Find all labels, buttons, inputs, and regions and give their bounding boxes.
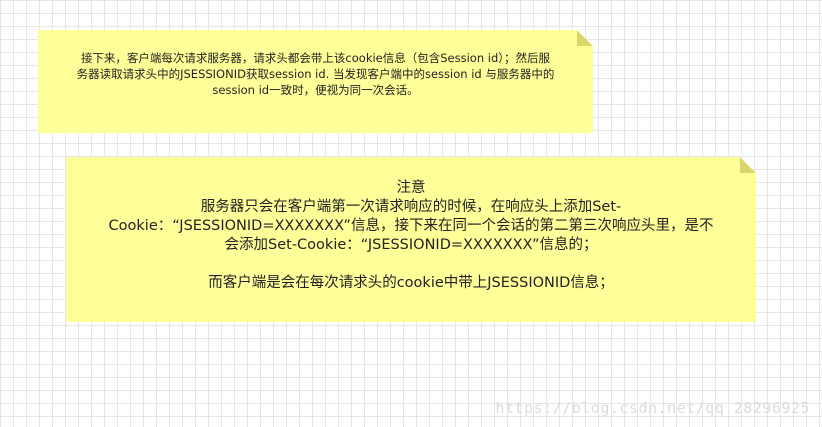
sticky-note-cookie-request: 接下来，客户端每次请求服务器，请求头都会带上该cookie信息（包含Sessio… — [38, 30, 593, 133]
note-fold-corner — [577, 30, 593, 46]
watermark: https://blog.csdn.net/qq_28296925 — [495, 399, 810, 417]
sticky-note-attention: 注意 服务器只会在客户端第一次请求响应的时候，在响应头上添加Set- Cooki… — [66, 157, 756, 322]
note-text: 接下来，客户端每次请求服务器，请求头都会带上该cookie信息（包含Sessio… — [38, 50, 593, 98]
note-fold-corner — [740, 157, 756, 173]
note-text: 注意 服务器只会在客户端第一次请求响应的时候，在响应头上添加Set- Cooki… — [66, 179, 756, 293]
line-spacer — [72, 255, 750, 274]
note-line: 服务器只会在客户端第一次请求响应的时候，在响应头上添加Set- — [200, 199, 622, 215]
note-title: 注意 — [396, 180, 426, 196]
note-line: Cookie：“JSESSIONID=XXXXXXX”信息，接下来在同一个会话的… — [108, 218, 714, 234]
note-line: 会添加Set-Cookie：“JSESSIONID=XXXXXXX”信息的； — [224, 237, 598, 253]
note-line: 接下来，客户端每次请求服务器，请求头都会带上该cookie信息（包含Sessio… — [80, 51, 551, 65]
note-footer: 而客户端是会在每次请求头的cookie中带上JSESSIONID信息； — [208, 275, 614, 291]
note-line: 务器读取请求头中的JSESSIONID获取session id. 当发现客户端中… — [76, 67, 555, 81]
note-line: session id一致时，便视为同一次会话。 — [212, 83, 419, 97]
